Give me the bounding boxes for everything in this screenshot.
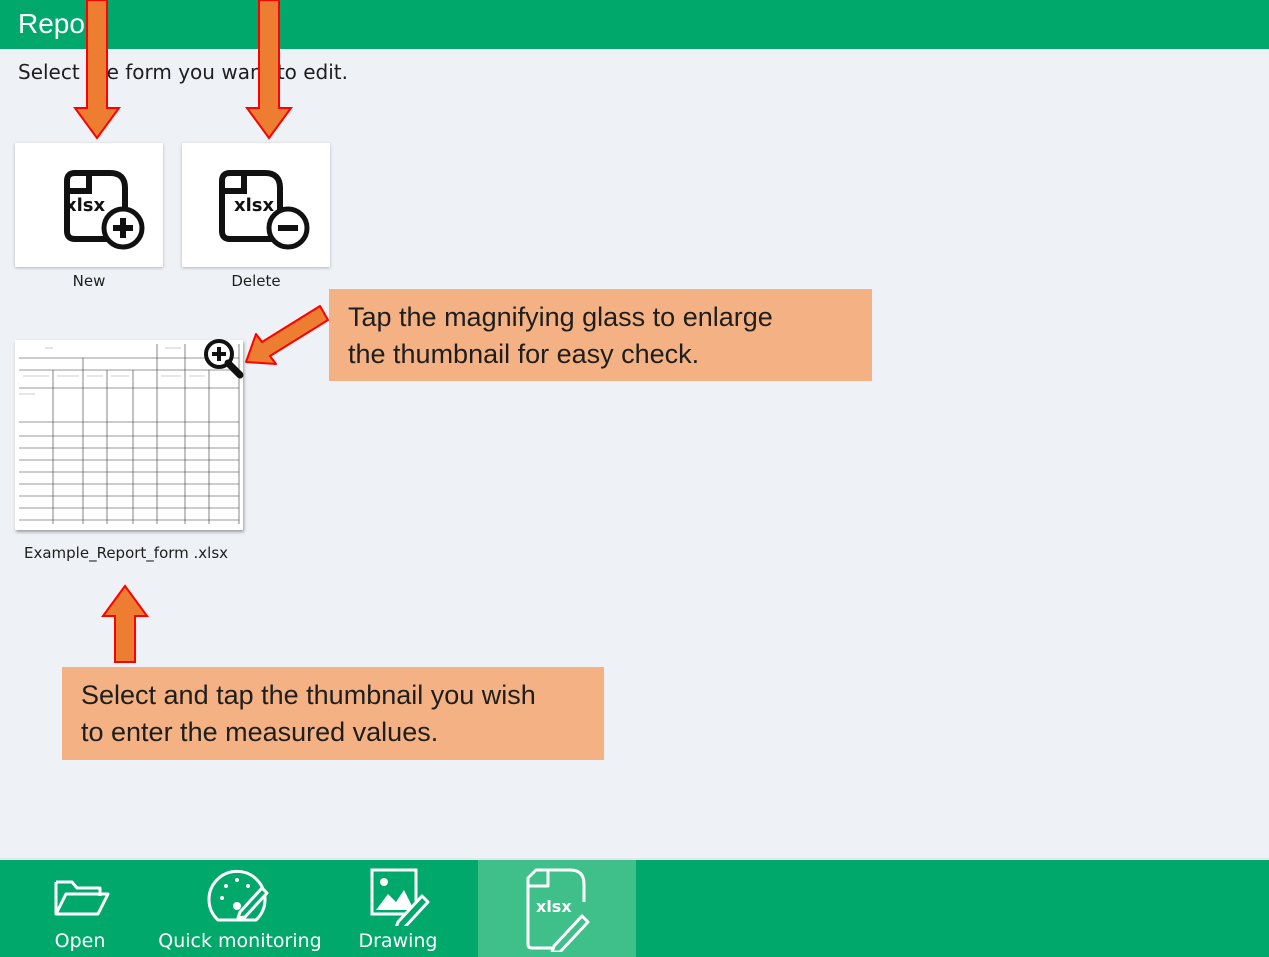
form-thumbnail[interactable] — [15, 339, 244, 530]
select-callout-line1: Select and tap the thumbnail you wish — [81, 680, 536, 710]
instruction-text: Select the form you want to edit. — [18, 60, 349, 84]
nav-quick-monitoring-label: Quick monitoring — [158, 930, 322, 952]
delete-label: Delete — [231, 272, 281, 290]
arrow-to-new — [73, 0, 121, 140]
select-callout-line2: to enter the measured values. — [81, 717, 439, 747]
nav-open[interactable]: Open — [30, 860, 130, 957]
form-file-name: Example_Report_form .xlsx — [24, 544, 229, 562]
magnify-callout: Tap the magnifying glass to enlarge the … — [329, 289, 872, 381]
xlsx-remove-icon: xlsx — [219, 170, 310, 250]
arrow-to-thumbnail — [101, 584, 149, 663]
bottom-nav: Open Quick monitoring Drawing xlsx — [0, 858, 1269, 957]
gauge-icon — [207, 870, 269, 922]
select-callout: Select and tap the thumbnail you wish to… — [62, 667, 604, 760]
delete-icon-text: xlsx — [234, 195, 274, 216]
new-icon-text: xlsx — [65, 195, 105, 216]
xlsx-edit-icon: xlsx — [526, 868, 590, 952]
drawing-icon — [370, 868, 430, 926]
new-form-button[interactable]: xlsx — [15, 143, 163, 267]
nav-open-label: Open — [54, 930, 106, 952]
arrow-to-magnifier — [245, 305, 329, 365]
nav-drawing-label: Drawing — [358, 930, 438, 952]
nav-report-icon-text: xlsx — [536, 897, 572, 916]
nav-quick-monitoring[interactable]: Quick monitoring — [152, 860, 328, 957]
arrow-to-delete — [245, 0, 293, 140]
folder-icon — [54, 880, 110, 916]
magnify-callout-line1: Tap the magnifying glass to enlarge — [348, 302, 773, 332]
magnify-callout-line2: the thumbnail for easy check. — [348, 339, 700, 369]
xlsx-add-icon: xlsx — [64, 170, 145, 250]
nav-report[interactable]: xlsx — [478, 860, 636, 957]
delete-form-button[interactable]: xlsx — [182, 143, 330, 267]
nav-drawing[interactable]: Drawing — [350, 860, 446, 957]
new-label: New — [72, 272, 106, 290]
app-header: Report — [0, 0, 1269, 49]
